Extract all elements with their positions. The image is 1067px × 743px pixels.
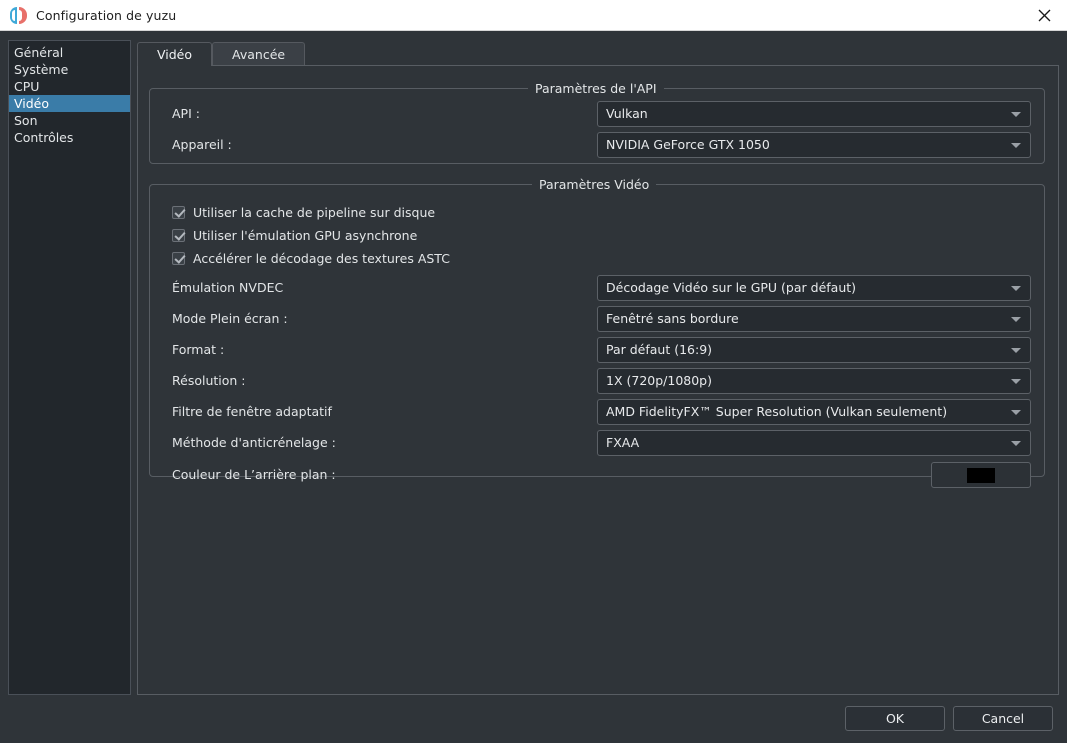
nvdec-label: Émulation NVDEC xyxy=(172,275,283,301)
color-swatch xyxy=(967,468,995,483)
anti-aliasing-label: Méthode d'anticrénelage : xyxy=(172,430,336,456)
api-combobox-value: Vulkan xyxy=(606,102,648,126)
tab-bar: Vidéo Avancée xyxy=(137,42,305,66)
sidebar-item-cpu[interactable]: CPU xyxy=(9,78,130,95)
window-adapting-filter-label: Filtre de fenêtre adaptatif xyxy=(172,399,332,425)
fullscreen-mode-label: Mode Plein écran : xyxy=(172,306,288,332)
nvdec-row: Émulation NVDEC Décodage Vidéo sur le GP… xyxy=(150,275,1044,301)
fullscreen-mode-combobox[interactable]: Fenêtré sans bordure xyxy=(597,306,1031,332)
checkbox-async-gpu-emulation[interactable]: Utiliser l'émulation GPU asynchrone xyxy=(172,225,417,245)
sidebar-item-label: Contrôles xyxy=(14,130,73,145)
tab-avancee[interactable]: Avancée xyxy=(212,42,305,66)
yuzu-logo-icon xyxy=(4,0,32,31)
window-adapting-filter-combobox-value: AMD FidelityFX™ Super Resolution (Vulkan… xyxy=(606,400,947,424)
nvdec-combobox-value: Décodage Vidéo sur le GPU (par défaut) xyxy=(606,276,856,300)
sidebar-item-son[interactable]: Son xyxy=(9,112,130,129)
checkbox-label: Utiliser l'émulation GPU asynchrone xyxy=(193,228,417,243)
aspect-ratio-combobox-value: Par défaut (16:9) xyxy=(606,338,712,362)
checkbox-label: Utiliser la cache de pipeline sur disque xyxy=(193,205,435,220)
api-settings-group: Paramètres de l'API API : Vulkan Apparei… xyxy=(149,88,1045,164)
window-adapting-filter-combobox[interactable]: AMD FidelityFX™ Super Resolution (Vulkan… xyxy=(597,399,1031,425)
device-label: Appareil : xyxy=(172,132,232,158)
tab-label: Vidéo xyxy=(157,47,192,62)
aspect-ratio-row: Format : Par défaut (16:9) xyxy=(150,337,1044,363)
aspect-ratio-label: Format : xyxy=(172,337,224,363)
sidebar-item-systeme[interactable]: Système xyxy=(9,61,130,78)
resolution-combobox-value: 1X (720p/1080p) xyxy=(606,369,712,393)
check-icon xyxy=(172,229,185,242)
chevron-down-icon xyxy=(1011,143,1021,148)
chevron-down-icon xyxy=(1011,112,1021,117)
device-row: Appareil : NVIDIA GeForce GTX 1050 xyxy=(150,132,1044,158)
sidebar-item-label: Son xyxy=(14,113,38,128)
video-settings-panel: Paramètres de l'API API : Vulkan Apparei… xyxy=(137,65,1059,695)
sidebar-item-label: Système xyxy=(14,62,68,77)
close-icon[interactable] xyxy=(1021,0,1067,30)
tab-video[interactable]: Vidéo xyxy=(137,42,212,66)
background-color-button[interactable] xyxy=(931,462,1031,488)
chevron-down-icon xyxy=(1011,286,1021,291)
video-group-title: Paramètres Vidéo xyxy=(532,177,656,192)
anti-aliasing-combobox-value: FXAA xyxy=(606,431,639,455)
chevron-down-icon xyxy=(1011,348,1021,353)
aspect-ratio-combobox[interactable]: Par défaut (16:9) xyxy=(597,337,1031,363)
ok-button-label: OK xyxy=(886,711,904,726)
sidebar-item-label: Vidéo xyxy=(14,96,49,111)
device-combobox[interactable]: NVIDIA GeForce GTX 1050 xyxy=(597,132,1031,158)
checkbox-accelerate-astc-decoding[interactable]: Accélérer le décodage des textures ASTC xyxy=(172,248,450,268)
background-color-row: Couleur de L’arrière plan : xyxy=(150,462,1044,488)
device-combobox-value: NVIDIA GeForce GTX 1050 xyxy=(606,133,770,157)
anti-aliasing-row: Méthode d'anticrénelage : FXAA xyxy=(150,430,1044,456)
settings-category-list[interactable]: Général Système CPU Vidéo Son Contrôles xyxy=(8,40,131,695)
video-settings-group: Paramètres Vidéo Utiliser la cache de pi… xyxy=(149,184,1045,477)
tab-label: Avancée xyxy=(232,47,285,62)
ok-button[interactable]: OK xyxy=(845,706,945,731)
checkbox-label: Accélérer le décodage des textures ASTC xyxy=(193,251,450,266)
configuration-dialog: Configuration de yuzu Général Système CP… xyxy=(0,0,1067,743)
chevron-down-icon xyxy=(1011,410,1021,415)
background-color-label: Couleur de L’arrière plan : xyxy=(172,462,336,488)
title-bar: Configuration de yuzu xyxy=(0,0,1067,31)
api-row: API : Vulkan xyxy=(150,101,1044,127)
cancel-button-label: Cancel xyxy=(982,711,1024,726)
anti-aliasing-combobox[interactable]: FXAA xyxy=(597,430,1031,456)
checkbox-disk-pipeline-cache[interactable]: Utiliser la cache de pipeline sur disque xyxy=(172,202,435,222)
chevron-down-icon xyxy=(1011,379,1021,384)
resolution-label: Résolution : xyxy=(172,368,246,394)
sidebar-item-label: Général xyxy=(14,45,63,60)
resolution-row: Résolution : 1X (720p/1080p) xyxy=(150,368,1044,394)
api-combobox[interactable]: Vulkan xyxy=(597,101,1031,127)
fullscreen-mode-combobox-value: Fenêtré sans bordure xyxy=(606,307,739,331)
sidebar-item-general[interactable]: Général xyxy=(9,44,130,61)
check-icon xyxy=(172,206,185,219)
chevron-down-icon xyxy=(1011,317,1021,322)
sidebar-item-video[interactable]: Vidéo xyxy=(9,95,130,112)
chevron-down-icon xyxy=(1011,441,1021,446)
sidebar-item-label: CPU xyxy=(14,79,39,94)
api-group-title: Paramètres de l'API xyxy=(528,81,664,96)
sidebar-item-controles[interactable]: Contrôles xyxy=(9,129,130,146)
window-adapting-filter-row: Filtre de fenêtre adaptatif AMD Fidelity… xyxy=(150,399,1044,425)
resolution-combobox[interactable]: 1X (720p/1080p) xyxy=(597,368,1031,394)
api-label: API : xyxy=(172,101,200,127)
nvdec-combobox[interactable]: Décodage Vidéo sur le GPU (par défaut) xyxy=(597,275,1031,301)
window-title: Configuration de yuzu xyxy=(36,8,176,23)
check-icon xyxy=(172,252,185,265)
cancel-button[interactable]: Cancel xyxy=(953,706,1053,731)
fullscreen-mode-row: Mode Plein écran : Fenêtré sans bordure xyxy=(150,306,1044,332)
